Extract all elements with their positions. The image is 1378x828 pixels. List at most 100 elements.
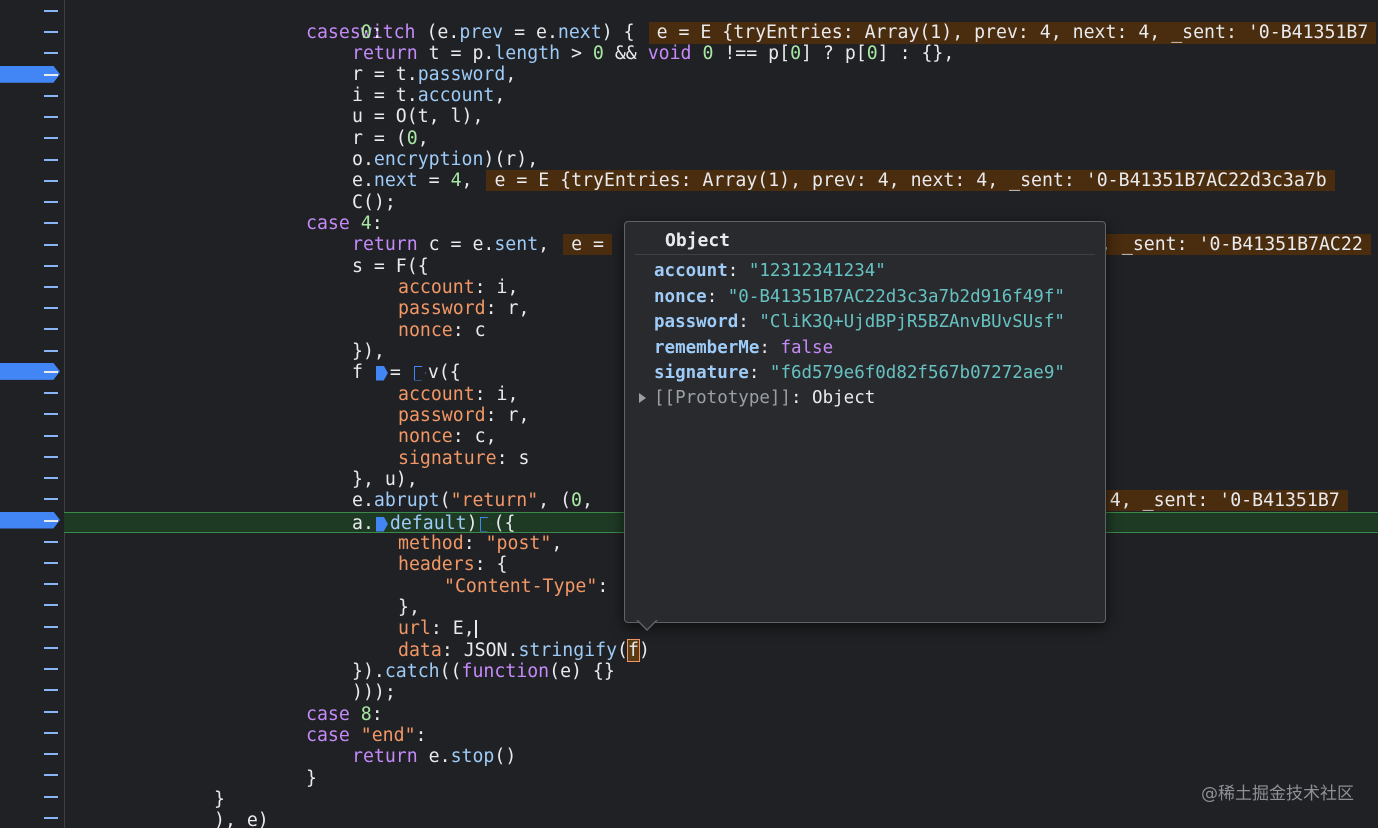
line-dash xyxy=(44,583,58,586)
gutter-line[interactable] xyxy=(0,42,64,63)
gutter-line[interactable] xyxy=(0,807,64,828)
line-dash xyxy=(44,10,58,12)
popover-arrow-inner xyxy=(637,619,657,629)
gutter-line[interactable] xyxy=(0,318,64,339)
line-dash xyxy=(44,73,58,76)
inline-breakpoint-marker[interactable] xyxy=(479,516,492,532)
line-dash xyxy=(44,519,58,522)
gutter-line[interactable] xyxy=(0,340,64,361)
popover-divider xyxy=(635,254,1095,255)
line-dash xyxy=(44,795,58,798)
gutter-line[interactable] xyxy=(0,510,64,531)
gutter-line[interactable] xyxy=(0,764,64,785)
gutter-line[interactable] xyxy=(0,552,64,573)
property-value: "0-B41351B7AC22d3c3a7b2d916f49f" xyxy=(727,287,1065,307)
gutter-line[interactable] xyxy=(0,594,64,615)
inline-value: e = E {tryEntries: Array(1), prev: 4, ne… xyxy=(486,170,1335,192)
code-line: } xyxy=(306,768,317,789)
gutter-line[interactable] xyxy=(0,701,64,722)
line-dash xyxy=(44,31,58,34)
line-dash xyxy=(44,201,58,204)
property-key: password xyxy=(654,312,739,332)
popover-title: Object xyxy=(665,230,731,251)
inline-value: t: 4, _sent: '0-B41351B7 xyxy=(1068,490,1348,512)
gutter-line[interactable] xyxy=(0,85,64,106)
gutter-line[interactable] xyxy=(0,106,64,127)
line-dash xyxy=(44,52,58,55)
gutter-line[interactable] xyxy=(0,64,64,85)
prototype-key: [[Prototype]] xyxy=(654,388,791,408)
line-dash xyxy=(44,816,58,819)
gutter-line[interactable] xyxy=(0,276,64,297)
line-dash xyxy=(44,774,58,777)
gutter-line[interactable] xyxy=(0,403,64,424)
gutter-line[interactable] xyxy=(0,297,64,318)
inline-value: e = xyxy=(563,234,612,256)
code-line: i = t.account, xyxy=(352,85,506,106)
popover-row: signature: "f6d579e6f0d82f567b07272ae9" xyxy=(654,363,1065,383)
gutter-line[interactable] xyxy=(0,531,64,552)
gutter-line[interactable] xyxy=(0,149,64,170)
line-dash xyxy=(44,286,58,288)
gutter-line[interactable] xyxy=(0,234,64,255)
line-dash xyxy=(44,392,58,395)
property-value: false xyxy=(780,338,834,358)
gutter-line[interactable] xyxy=(0,743,64,764)
gutter-line[interactable] xyxy=(0,573,64,594)
gutter-line[interactable] xyxy=(0,191,64,212)
popover-row: rememberMe: false xyxy=(654,338,834,358)
hovered-variable-f[interactable]: f xyxy=(626,638,640,663)
gutter-line[interactable] xyxy=(0,616,64,637)
property-key: nonce xyxy=(654,287,707,307)
gutter-line[interactable] xyxy=(0,446,64,467)
prototype-row[interactable]: [[Prototype]]: Object xyxy=(639,386,875,410)
gutter-line[interactable] xyxy=(0,786,64,807)
expand-triangle-icon[interactable] xyxy=(639,393,646,403)
inline-breakpoint-marker[interactable] xyxy=(375,516,388,532)
gutter-line[interactable] xyxy=(0,467,64,488)
gutter-line[interactable] xyxy=(0,679,64,700)
line-dash xyxy=(44,455,58,458)
line-dash xyxy=(44,328,58,331)
line-dash xyxy=(44,413,58,416)
gutter-line[interactable] xyxy=(0,658,64,679)
line-dash xyxy=(44,137,58,140)
gutter-line[interactable] xyxy=(0,212,64,233)
gutter-line[interactable] xyxy=(0,255,64,276)
code-line: case 8: xyxy=(306,704,383,725)
code-line: data: JSON.stringify(f) xyxy=(398,638,650,663)
line-dash xyxy=(44,222,58,225)
property-key: account xyxy=(654,261,728,281)
gutter-line[interactable] xyxy=(0,0,64,21)
code-line: case 0: xyxy=(306,22,383,43)
code-line: u = O(t, l), xyxy=(352,106,484,127)
text-cursor xyxy=(474,620,477,638)
line-dash xyxy=(44,158,58,161)
line-dash xyxy=(44,264,58,267)
line-dash xyxy=(44,434,58,437)
line-dash xyxy=(44,689,58,692)
property-value: "f6d579e6f0d82f567b07272ae9" xyxy=(769,363,1065,383)
gutter-line[interactable] xyxy=(0,382,64,403)
code-line: r = t.password, xyxy=(352,64,517,85)
gutter-line[interactable] xyxy=(0,488,64,509)
line-dash xyxy=(44,540,58,543)
gutter-line[interactable] xyxy=(0,425,64,446)
line-dash xyxy=(44,625,58,628)
line-dash xyxy=(44,710,58,713)
line-dash xyxy=(44,179,58,182)
gutter-line[interactable] xyxy=(0,722,64,743)
gutter-line[interactable] xyxy=(0,21,64,42)
code-line: e.next = 4, e = E {tryEntries: Array(1), … xyxy=(64,170,1378,192)
property-value: "12312341234" xyxy=(748,261,886,281)
gutter-line[interactable] xyxy=(0,637,64,658)
gutter-line[interactable] xyxy=(0,170,64,191)
inline-breakpoint-marker[interactable] xyxy=(375,365,388,381)
code-line: } xyxy=(214,789,225,810)
gutter-line[interactable] xyxy=(0,361,64,382)
inline-breakpoint-marker[interactable] xyxy=(413,365,426,381)
object-preview-popover[interactable]: Object account: "12312341234" nonce: "0-… xyxy=(624,221,1106,623)
code-line: }).catch((function(e) {} xyxy=(352,661,615,682)
line-dash xyxy=(44,731,58,734)
gutter-line[interactable] xyxy=(0,127,64,148)
